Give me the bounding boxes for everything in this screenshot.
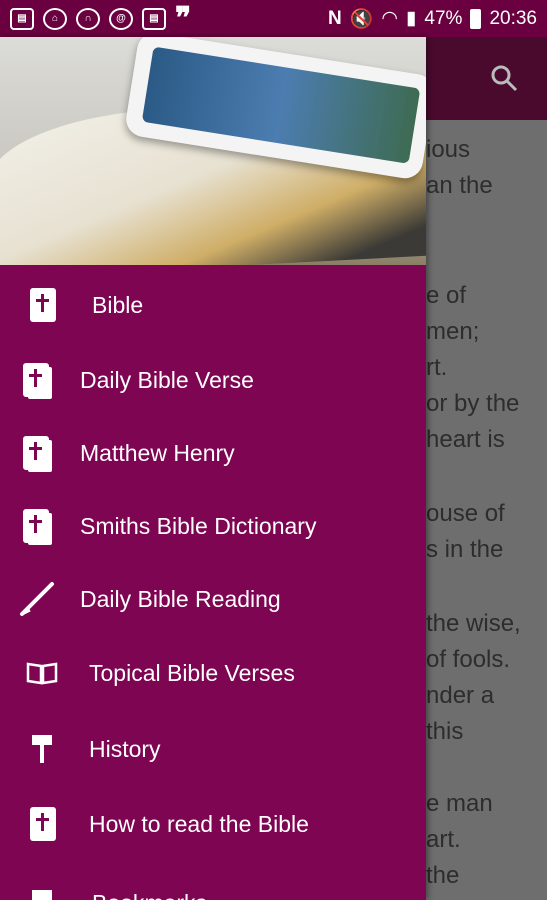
drawer-item-label: Bible	[92, 291, 144, 318]
church-icon: ⌂	[43, 7, 67, 30]
bible-book-icon	[23, 436, 49, 470]
verse-text-line: rt.	[426, 354, 448, 381]
bible-icon	[30, 288, 56, 322]
battery-percent: 47%	[424, 7, 463, 29]
verse-text-line: ouse of	[426, 500, 505, 527]
verse-text-line: or by the	[426, 390, 520, 417]
search-icon[interactable]	[489, 63, 519, 93]
drawer-item-label: Daily Bible Verse	[80, 366, 254, 393]
verse-text-line: heart is	[426, 426, 505, 453]
drawer-item-label: Matthew Henry	[80, 439, 235, 466]
drawer-item-label: Daily Bible Reading	[80, 585, 281, 612]
bible-icon	[30, 807, 56, 841]
drawer-item-daily-bible-reading[interactable]: Daily Bible Reading	[0, 569, 426, 629]
verse-text-line: art.	[426, 826, 461, 853]
drawer-item-topical-bible-verses[interactable]: Topical Bible Verses	[0, 643, 426, 703]
drawer-item-label: History	[89, 735, 161, 762]
verse-text-line: nder a	[426, 682, 495, 709]
drawer-item-label: Topical Bible Verses	[89, 659, 295, 686]
bible-book-icon	[23, 363, 49, 397]
mute-icon: 🔇	[349, 8, 374, 30]
verse-text-line: e man	[426, 790, 493, 817]
drawer-item-how-to-read-the-bible[interactable]: How to read the Bible	[0, 794, 426, 854]
verse-text-line: an the	[426, 172, 493, 199]
signal-icon: ▮	[405, 8, 417, 29]
drawer-item-history[interactable]: History	[0, 719, 426, 779]
drawer-item-matthew-henry[interactable]: Matthew Henry	[0, 423, 426, 483]
verse-text-line: s in the	[426, 536, 504, 563]
battery-icon	[470, 8, 482, 29]
open-book-icon	[26, 661, 58, 685]
paint-roller-icon	[30, 733, 54, 765]
drawer-item-label: Smiths Bible Dictionary	[80, 512, 317, 539]
verse-text-line: of fools.	[426, 646, 511, 673]
drawer-header-image	[0, 37, 426, 265]
verse-text-line: e of	[426, 282, 467, 309]
wifi-icon: ◠	[381, 8, 398, 29]
drawer-item-label: How to read the Bible	[89, 810, 309, 837]
navigation-drawer: Bible Daily Bible Verse Matthew Henry Sm…	[0, 37, 426, 900]
bible-app-icon: ▤	[10, 7, 34, 30]
verse-text-line: men;	[426, 318, 480, 345]
drawer-item-bookmarks[interactable]: Bookmarks	[0, 873, 426, 900]
bookmark-icon	[30, 888, 54, 900]
bible-book-icon	[23, 509, 49, 543]
pen-icon	[18, 580, 56, 618]
verse-text-line: the wise,	[426, 610, 521, 637]
drawer-item-daily-bible-verse[interactable]: Daily Bible Verse	[0, 350, 426, 410]
drawer-item-label: Bookmarks	[92, 890, 207, 900]
drawer-item-bible[interactable]: Bible	[0, 275, 426, 335]
status-bar: ▤ ⌂ ∩ @ ▤ ❞ N 🔇 ◠ ▮ 47% 20:36	[0, 0, 547, 37]
nfc-icon: N	[327, 7, 342, 29]
headphones-icon: ∩	[76, 7, 100, 30]
drawer-item-smiths-bible-dictionary[interactable]: Smiths Bible Dictionary	[0, 496, 426, 556]
verse-text-line: ious	[426, 136, 471, 163]
verse-text-line: this	[426, 718, 464, 745]
status-time: 20:36	[489, 7, 537, 29]
bible-app-icon-2: ▤	[142, 7, 166, 30]
at-sign-icon: @	[109, 7, 133, 30]
quote-icon: ❞	[175, 2, 192, 35]
verse-text-line: the	[426, 862, 460, 889]
